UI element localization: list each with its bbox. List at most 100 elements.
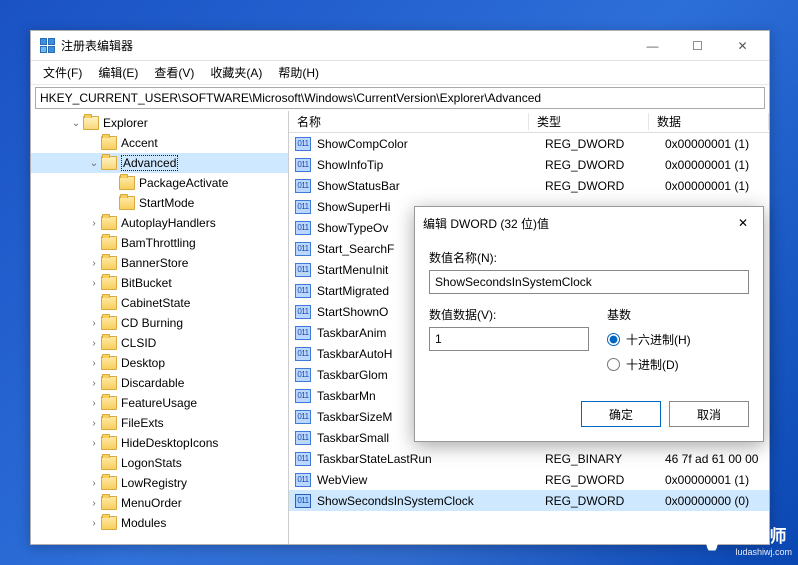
watermark: 鹿大师 ludashiwj.com — [695, 525, 792, 559]
dword-icon: 011 — [295, 431, 311, 445]
tree-item-autoplayhandlers[interactable]: ›AutoplayHandlers — [31, 213, 288, 233]
menu-file[interactable]: 文件(F) — [35, 61, 90, 84]
ok-button[interactable]: 确定 — [581, 401, 661, 427]
folder-icon — [101, 256, 117, 270]
tree-item-startmode[interactable]: StartMode — [31, 193, 288, 213]
deer-icon — [695, 525, 729, 559]
radix-hex-radio[interactable] — [607, 333, 620, 346]
radix-dec-radio[interactable] — [607, 358, 620, 371]
column-headers[interactable]: 名称 类型 数据 — [289, 111, 769, 133]
regedit-icon — [39, 38, 55, 54]
tree-item-accent[interactable]: Accent — [31, 133, 288, 153]
value-row[interactable]: 011ShowSecondsInSystemClockREG_DWORD0x00… — [289, 490, 769, 511]
dword-icon: 011 — [295, 137, 311, 151]
value-row[interactable]: 011ShowCompColorREG_DWORD0x00000001 (1) — [289, 133, 769, 154]
chevron-down-icon: ⌄ — [87, 158, 101, 169]
maximize-button[interactable]: ☐ — [675, 32, 720, 60]
tree-item-advanced[interactable]: ⌄Advanced — [31, 153, 288, 173]
dword-icon: 011 — [295, 410, 311, 424]
address-bar[interactable]: HKEY_CURRENT_USER\SOFTWARE\Microsoft\Win… — [35, 87, 765, 109]
tree-item-bitbucket[interactable]: ›BitBucket — [31, 273, 288, 293]
minimize-button[interactable]: — — [630, 32, 675, 60]
dword-icon: 011 — [295, 263, 311, 277]
tree-item-hidedesktopicons[interactable]: ›HideDesktopIcons — [31, 433, 288, 453]
dialog-titlebar[interactable]: 编辑 DWORD (32 位)值 ✕ — [415, 207, 763, 239]
value-row[interactable]: 011 TaskbarStateLastRunREG_BINARY46 7f ad… — [289, 448, 769, 469]
value-row[interactable]: 011WebViewREG_DWORD0x00000001 (1) — [289, 469, 769, 490]
chevron-right-icon: › — [87, 498, 101, 509]
folder-icon — [101, 216, 117, 230]
value-row[interactable]: 011ShowStatusBarREG_DWORD0x00000001 (1) — [289, 175, 769, 196]
edit-dword-dialog: 编辑 DWORD (32 位)值 ✕ 数值名称(N): 数值数据(V): 基数 … — [414, 206, 764, 442]
dword-icon: 011 — [295, 473, 311, 487]
chevron-right-icon: › — [87, 418, 101, 429]
value-type: REG_BINARY — [545, 452, 665, 466]
tree-item-cabinetstate[interactable]: CabinetState — [31, 293, 288, 313]
tree-item-bamthrottling[interactable]: BamThrottling — [31, 233, 288, 253]
value-name: ShowInfoTip — [317, 158, 545, 172]
dword-icon: 011 — [295, 242, 311, 256]
col-type[interactable]: 类型 — [529, 113, 649, 130]
value-row[interactable]: 011ShowInfoTipREG_DWORD0x00000001 (1) — [289, 154, 769, 175]
dialog-title: 编辑 DWORD (32 位)值 — [423, 215, 731, 232]
menu-favorites[interactable]: 收藏夹(A) — [202, 61, 270, 84]
tree-item-logonstats[interactable]: LogonStats — [31, 453, 288, 473]
dialog-close-button[interactable]: ✕ — [731, 213, 755, 233]
folder-icon — [101, 136, 117, 150]
watermark-cn: 鹿大师 — [735, 527, 792, 547]
tree-item-bannerstore[interactable]: ›BannerStore — [31, 253, 288, 273]
window-title: 注册表编辑器 — [61, 37, 630, 54]
folder-icon — [101, 276, 117, 290]
dword-icon: 011 — [295, 200, 311, 214]
tree-item-fileexts[interactable]: ›FileExts — [31, 413, 288, 433]
radix-group: 基数 十六进制(H) 十进制(D) — [607, 306, 691, 381]
dword-icon: 011 — [295, 284, 311, 298]
tree-expand-line[interactable]: ⌄Explorer — [31, 113, 288, 133]
folder-icon — [101, 376, 117, 390]
value-name: TaskbarStateLastRun — [317, 452, 545, 466]
tree-item-discardable[interactable]: ›Discardable — [31, 373, 288, 393]
col-data[interactable]: 数据 — [649, 113, 769, 130]
chevron-right-icon: › — [87, 338, 101, 349]
dword-icon: 011 — [295, 305, 311, 319]
value-data-field[interactable] — [429, 327, 589, 351]
dword-icon: 011 — [295, 389, 311, 403]
chevron-right-icon: › — [87, 398, 101, 409]
chevron-right-icon: › — [87, 358, 101, 369]
value-data: 0x00000001 (1) — [665, 137, 769, 151]
folder-icon — [101, 456, 117, 470]
tree-item-menuorder[interactable]: ›MenuOrder — [31, 493, 288, 513]
folder-icon — [101, 396, 117, 410]
value-type: REG_DWORD — [545, 473, 665, 487]
watermark-en: ludashiwj.com — [735, 547, 792, 557]
value-name-field[interactable] — [429, 270, 749, 294]
tree-item-lowregistry[interactable]: ›LowRegistry — [31, 473, 288, 493]
tree-item-clsid[interactable]: ›CLSID — [31, 333, 288, 353]
chevron-right-icon: › — [87, 318, 101, 329]
close-button[interactable]: ✕ — [720, 32, 765, 60]
value-name: ShowCompColor — [317, 137, 545, 151]
value-data: 46 7f ad 61 00 00 — [665, 452, 769, 466]
tree-item-modules[interactable]: ›Modules — [31, 513, 288, 533]
menu-help[interactable]: 帮助(H) — [270, 61, 327, 84]
value-name-label: 数值名称(N): — [429, 249, 749, 266]
col-name[interactable]: 名称 — [289, 113, 529, 130]
titlebar[interactable]: 注册表编辑器 — ☐ ✕ — [31, 31, 769, 61]
value-data-label: 数值数据(V): — [429, 306, 589, 323]
folder-icon — [101, 516, 117, 530]
folder-icon — [119, 176, 135, 190]
tree-item-packageactivate[interactable]: PackageActivate — [31, 173, 288, 193]
chevron-right-icon: › — [87, 278, 101, 289]
dword-icon: 011 — [295, 368, 311, 382]
dword-icon: 011 — [295, 347, 311, 361]
menu-view[interactable]: 查看(V) — [146, 61, 202, 84]
tree-pane[interactable]: ⌄Explorer Accent ⌄Advanced PackageActiva… — [31, 111, 289, 544]
value-name: ShowSecondsInSystemClock — [317, 494, 545, 508]
menu-edit[interactable]: 编辑(E) — [90, 61, 146, 84]
tree-item-cdburning[interactable]: ›CD Burning — [31, 313, 288, 333]
tree-item-featureusage[interactable]: ›FeatureUsage — [31, 393, 288, 413]
folder-icon — [83, 116, 99, 130]
dword-icon: 011 — [295, 452, 311, 466]
cancel-button[interactable]: 取消 — [669, 401, 749, 427]
tree-item-desktop[interactable]: ›Desktop — [31, 353, 288, 373]
